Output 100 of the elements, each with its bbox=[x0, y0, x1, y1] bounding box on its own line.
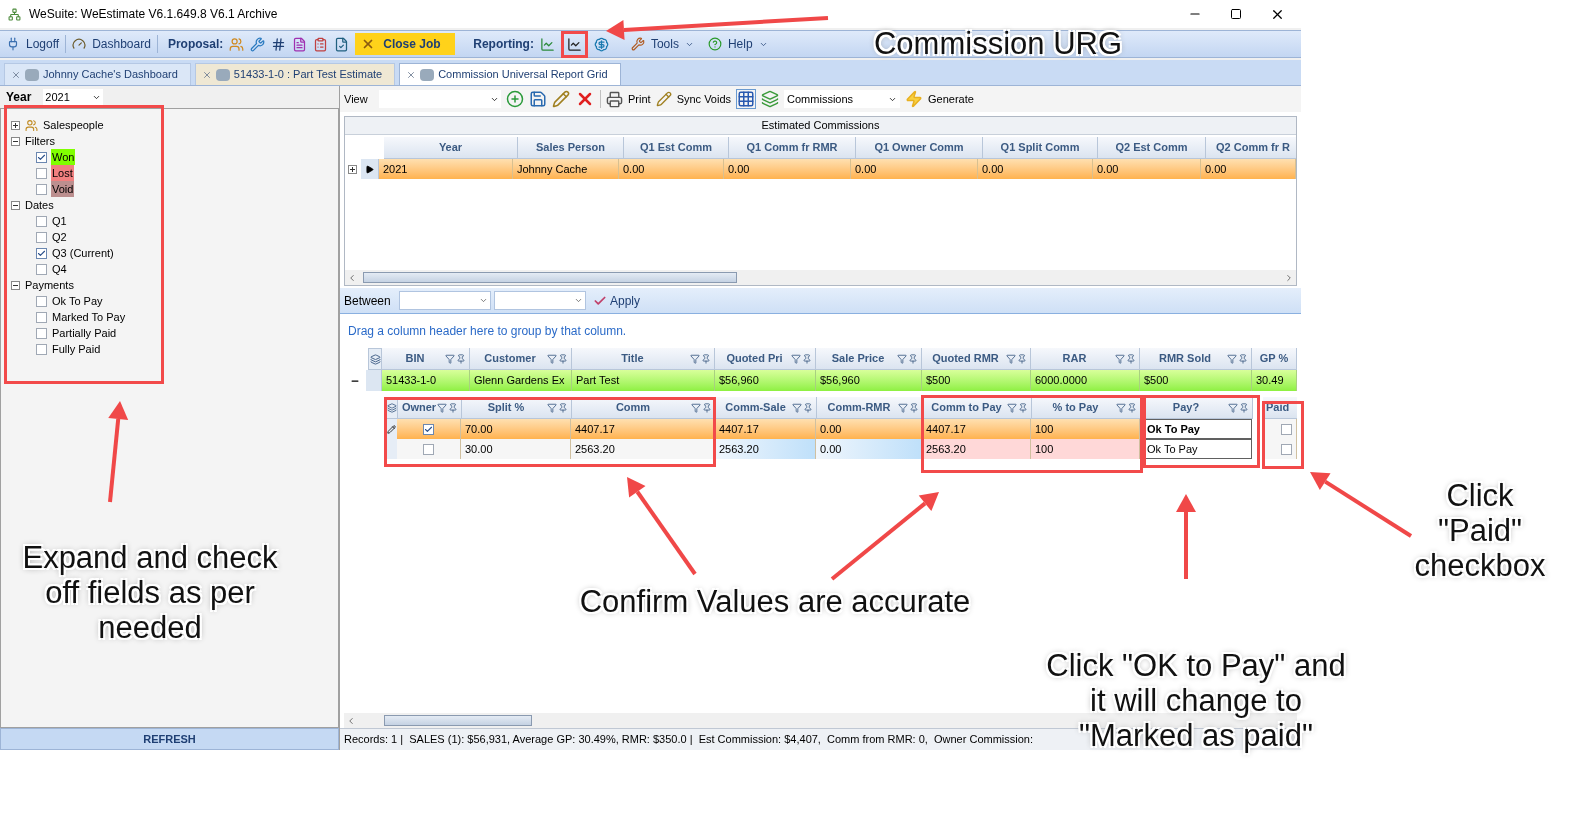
collapse-icon[interactable] bbox=[11, 200, 20, 210]
filter-pin-icon[interactable] bbox=[445, 353, 466, 364]
checkbox[interactable] bbox=[36, 183, 47, 195]
layout-icon[interactable] bbox=[761, 90, 780, 108]
column-header[interactable]: Customer bbox=[470, 348, 572, 370]
tab-close-icon[interactable] bbox=[11, 69, 21, 80]
menu-button[interactable]: Help bbox=[727, 35, 753, 53]
tab-close-icon[interactable] bbox=[201, 69, 212, 80]
scroll-right-icon[interactable] bbox=[1284, 272, 1294, 283]
filter-pin-icon[interactable] bbox=[437, 402, 458, 413]
column-header[interactable]: Q2 Est Comm bbox=[1098, 137, 1206, 159]
menu-button[interactable]: Tools bbox=[650, 35, 679, 53]
filter-pin-icon[interactable] bbox=[1006, 353, 1027, 364]
checkbox[interactable] bbox=[1281, 423, 1292, 435]
column-header[interactable]: Sale Price bbox=[816, 348, 922, 370]
column-header[interactable]: Q1 Comm fr RMR bbox=[729, 137, 856, 159]
form-icon[interactable] bbox=[292, 36, 308, 52]
checkbox[interactable] bbox=[36, 327, 47, 339]
checkbox[interactable] bbox=[36, 215, 47, 227]
column-header[interactable]: Sales Person bbox=[518, 137, 624, 159]
printer-icon[interactable] bbox=[606, 90, 623, 108]
column-header[interactable]: Year bbox=[384, 137, 518, 159]
collapse-icon[interactable] bbox=[11, 136, 20, 146]
column-header[interactable]: Q1 Owner Comm bbox=[856, 137, 983, 159]
column-chooser-icon[interactable] bbox=[387, 403, 397, 413]
start-date-dropdown[interactable] bbox=[399, 291, 491, 310]
tree-item[interactable]: Q1 bbox=[51, 212, 68, 230]
column-header[interactable]: Comm-Sale bbox=[716, 397, 817, 419]
checkbox[interactable] bbox=[36, 311, 47, 323]
filter-pin-icon[interactable] bbox=[1228, 402, 1249, 413]
tree-node[interactable]: Salespeople bbox=[43, 116, 104, 134]
checkbox[interactable] bbox=[36, 167, 47, 179]
tree-node[interactable]: Filters bbox=[25, 132, 55, 150]
row-indicator[interactable] bbox=[360, 159, 379, 179]
tree-item[interactable]: Marked To Pay bbox=[51, 308, 127, 326]
gauge-icon[interactable] bbox=[72, 37, 87, 51]
column-header[interactable]: Q2 Comm fr R bbox=[1206, 137, 1296, 159]
caret-icon[interactable] bbox=[479, 296, 488, 305]
filter-pin-icon[interactable] bbox=[897, 353, 918, 364]
column-header[interactable]: Comm-RMR bbox=[817, 397, 923, 419]
column-header[interactable]: BIN bbox=[382, 348, 470, 370]
help-icon[interactable] bbox=[707, 37, 722, 51]
edit-icon[interactable] bbox=[552, 90, 570, 108]
tree-item[interactable]: Fully Paid bbox=[51, 340, 102, 358]
checkbox[interactable] bbox=[36, 231, 47, 243]
filter-pin-icon[interactable] bbox=[547, 353, 568, 364]
tree-node[interactable]: Dates bbox=[25, 196, 54, 214]
tree-item[interactable]: Won bbox=[51, 148, 76, 166]
column-header[interactable]: RAR bbox=[1031, 348, 1140, 370]
filter-pin-icon[interactable] bbox=[691, 402, 712, 413]
people-icon[interactable] bbox=[229, 36, 245, 52]
checkbox[interactable] bbox=[36, 295, 47, 307]
column-header[interactable]: RMR Sold bbox=[1140, 348, 1252, 370]
pencil-icon[interactable] bbox=[655, 91, 672, 107]
line-chart-icon[interactable] bbox=[566, 36, 582, 52]
horizontal-scrollbar[interactable] bbox=[345, 270, 1296, 285]
expand-icon[interactable] bbox=[348, 164, 358, 174]
tab[interactable]: Commission Universal Report Grid bbox=[399, 63, 621, 85]
column-header[interactable]: Q1 Split Comm bbox=[983, 137, 1098, 159]
checkbox[interactable] bbox=[423, 443, 434, 455]
checkbox[interactable] bbox=[36, 151, 47, 163]
column-header[interactable]: Quoted RMR bbox=[922, 348, 1031, 370]
wrench-icon[interactable] bbox=[250, 36, 266, 52]
filter-pin-icon[interactable] bbox=[690, 353, 711, 364]
tab[interactable]: 51433-1-0 : Part Test Estimate bbox=[194, 63, 396, 85]
add-icon[interactable] bbox=[506, 90, 524, 108]
plug-icon[interactable] bbox=[6, 37, 20, 51]
checkbox[interactable] bbox=[36, 247, 47, 259]
logoff-button[interactable]: Logoff bbox=[26, 35, 60, 53]
document-icon[interactable] bbox=[334, 36, 350, 52]
refresh-button[interactable]: REFRESH bbox=[0, 728, 339, 750]
wrench-icon[interactable] bbox=[630, 37, 645, 51]
apply-button[interactable]: Apply bbox=[610, 291, 641, 310]
close-job-button[interactable]: Close Job bbox=[355, 33, 456, 55]
tree-node[interactable]: Payments bbox=[25, 276, 74, 294]
dollar-icon[interactable] bbox=[593, 36, 609, 52]
year-dropdown[interactable]: 2021 bbox=[43, 89, 104, 105]
checkbox[interactable] bbox=[36, 343, 47, 355]
generate-button[interactable]: Generate bbox=[928, 90, 974, 108]
checkbox[interactable] bbox=[36, 263, 47, 275]
clipboard-icon[interactable] bbox=[313, 36, 329, 52]
report-dropdown[interactable]: Commissions bbox=[784, 90, 901, 108]
sync-voids-button[interactable]: Sync Voids bbox=[676, 90, 732, 108]
checkbox[interactable] bbox=[1281, 443, 1292, 455]
maximize-icon[interactable] bbox=[1230, 8, 1242, 20]
expand-icon[interactable] bbox=[11, 120, 20, 130]
filter-pin-icon[interactable] bbox=[898, 402, 919, 413]
tab-close-icon[interactable] bbox=[406, 69, 417, 80]
column-header[interactable]: Q1 Est Comm bbox=[624, 137, 729, 159]
filter-pin-icon[interactable] bbox=[1115, 353, 1136, 364]
column-header[interactable]: Title bbox=[572, 348, 715, 370]
tree-item[interactable]: Q4 bbox=[51, 260, 68, 278]
tree-item[interactable]: Q3 (Current) bbox=[51, 244, 115, 262]
column-chooser-icon[interactable] bbox=[369, 353, 381, 365]
column-header[interactable]: GP % bbox=[1252, 348, 1297, 370]
save-icon[interactable] bbox=[529, 90, 547, 108]
print-button[interactable]: Print bbox=[628, 90, 651, 108]
filter-pin-icon[interactable] bbox=[1116, 402, 1137, 413]
column-header[interactable]: Quoted Pri bbox=[715, 348, 816, 370]
filter-pin-icon[interactable] bbox=[547, 402, 568, 413]
